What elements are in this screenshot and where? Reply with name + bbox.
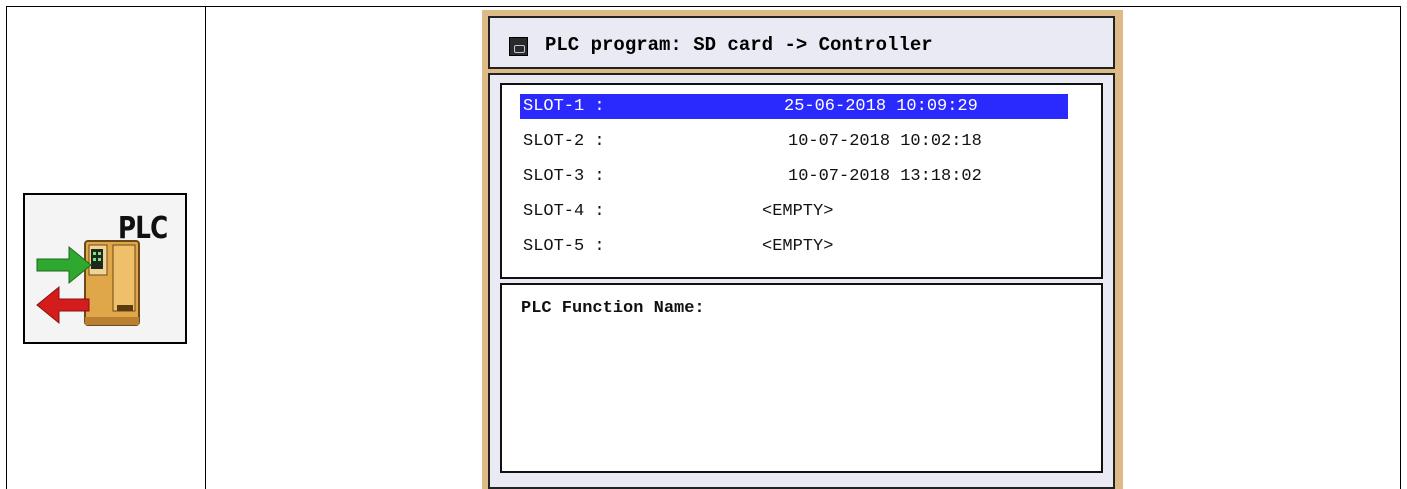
slot-row-4[interactable]: SLOT-4 : <EMPTY> <box>520 199 1068 224</box>
screen-content: SLOT-1 : 25-06-2018 10:09:29 SLOT-2 : 10… <box>488 73 1115 489</box>
plc-transfer-icon: PLC <box>23 193 187 344</box>
function-name-label: PLC Function Name: <box>521 299 705 318</box>
slot-row-5[interactable]: SLOT-5 : <EMPTY> <box>520 234 1068 259</box>
table-left-border <box>6 6 7 489</box>
slot-name: SLOT-3 : <box>523 167 605 186</box>
title-bar: PLC program: SD card -> Controller <box>488 16 1115 69</box>
slot-value: 25-06-2018 10:09:29 <box>784 97 978 116</box>
slot-row-1[interactable]: SLOT-1 : 25-06-2018 10:09:29 <box>520 94 1068 119</box>
slot-row-3[interactable]: SLOT-3 : 10-07-2018 13:18:02 <box>520 164 1068 189</box>
table-right-border <box>1400 6 1401 489</box>
table-column-divider <box>205 6 206 489</box>
plc-screen-frame: PLC program: SD card -> Controller SLOT-… <box>482 10 1123 489</box>
screen-title: PLC program: SD card -> Controller <box>545 34 933 56</box>
slot-name: SLOT-1 : <box>523 97 605 116</box>
sd-card-icon <box>509 37 528 56</box>
slot-value: <EMPTY> <box>762 237 834 256</box>
slot-list: SLOT-1 : 25-06-2018 10:09:29 SLOT-2 : 10… <box>500 83 1103 279</box>
slot-name: SLOT-5 : <box>523 237 605 256</box>
slot-value: 10-07-2018 13:18:02 <box>788 167 982 186</box>
table-top-border <box>6 6 1401 7</box>
slot-name: SLOT-2 : <box>523 132 605 151</box>
slot-name: SLOT-4 : <box>523 202 605 221</box>
plc-icon-label: PLC <box>118 211 168 246</box>
slot-row-2[interactable]: SLOT-2 : 10-07-2018 10:02:18 <box>520 129 1068 154</box>
function-name-panel: PLC Function Name: <box>500 283 1103 473</box>
slot-value: <EMPTY> <box>762 202 834 221</box>
slot-value: 10-07-2018 10:02:18 <box>788 132 982 151</box>
